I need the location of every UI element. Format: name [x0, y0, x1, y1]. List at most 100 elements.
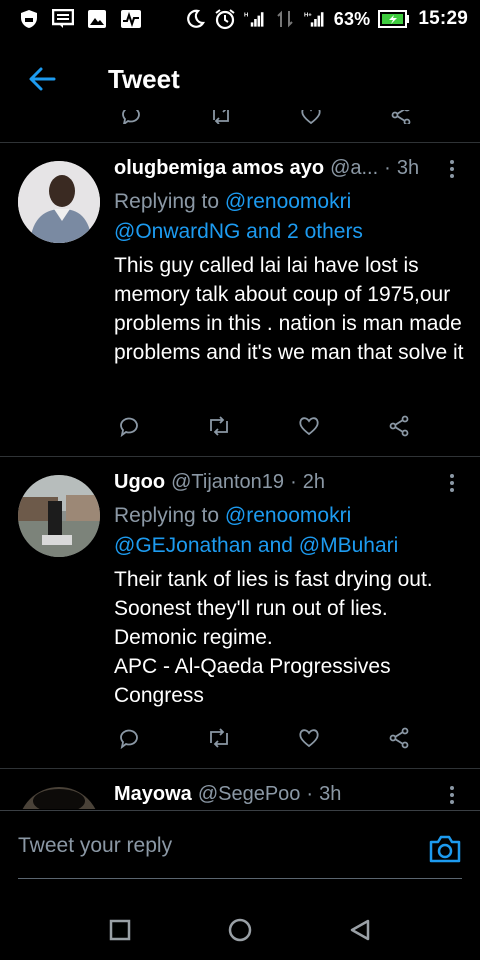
retweet-icon[interactable] [206, 110, 236, 124]
more-options-button[interactable] [440, 785, 464, 809]
tweet-content: Ugoo @Tijanton19 · 2h Replying to @renoo… [114, 471, 464, 710]
more-options-button[interactable] [440, 473, 464, 497]
retweet-icon [210, 728, 228, 748]
tweet-header: Mayowa @SegePoo · 3h [114, 783, 464, 809]
triangle-back-icon [350, 919, 370, 941]
tweet-header: olugbemiga amos ayo @a... · 3h [114, 157, 464, 185]
mention-link[interactable]: @renoomokri [225, 504, 351, 527]
author-name[interactable]: Mayowa [114, 783, 192, 806]
svg-text:H: H [244, 12, 248, 18]
tweet-reply[interactable]: Ugoo @Tijanton19 · 2h Replying to @renoo… [0, 457, 480, 767]
heart-icon [299, 729, 319, 748]
more-vertical-icon [450, 160, 454, 178]
header: Tweet [0, 46, 480, 112]
reply-button[interactable] [114, 723, 144, 753]
mention-link[interactable]: @renoomokri [225, 190, 351, 213]
tweet-actions [114, 723, 414, 753]
tweet-actions [114, 411, 414, 441]
recent-apps-button[interactable] [100, 910, 140, 950]
tweet-text-line: Congress [114, 684, 204, 707]
input-underline [18, 878, 462, 879]
tweet-text-line: Soonest they'll run out of lies. [114, 597, 388, 620]
image-icon [86, 9, 108, 29]
clock: 15:29 [418, 8, 468, 29]
reply-button[interactable] [114, 411, 144, 441]
like-icon[interactable] [296, 110, 326, 124]
tweet-header: Ugoo @Tijanton19 · 2h [114, 471, 464, 499]
reply-icon [120, 417, 138, 438]
separator-dot: · [306, 783, 314, 805]
tweet-time: 2h [302, 471, 325, 493]
tweet-content: olugbemiga amos ayo @a... · 3h Replying … [114, 157, 464, 367]
mention-link[interactable]: @GEJonathan and @MBuhari [114, 534, 398, 557]
message-icon [52, 9, 74, 29]
separator-dot: · [290, 471, 297, 493]
like-button[interactable] [294, 723, 324, 753]
reply-icon[interactable] [116, 110, 146, 124]
author-handle[interactable]: @Tijanton19 [171, 471, 284, 494]
moon-icon [184, 9, 206, 29]
svg-text:H+: H+ [304, 12, 312, 18]
separator-dot: · [384, 157, 391, 179]
tweet-text-line: Demonic regime. [114, 626, 273, 649]
signal-icon-secondary: H+ [304, 9, 326, 29]
avatar[interactable] [18, 787, 100, 809]
share-button[interactable] [384, 411, 414, 441]
divider [0, 810, 480, 811]
tweet-time: 3h [319, 783, 342, 805]
back-nav-button[interactable] [340, 910, 380, 950]
author-name[interactable]: olugbemiga amos ayo [114, 157, 324, 180]
camera-button[interactable] [428, 832, 462, 866]
share-icon [389, 727, 409, 749]
mention-link[interactable]: @OnwardNG and 2 others [114, 220, 363, 243]
circle-icon [228, 918, 252, 942]
reply-input[interactable] [18, 834, 398, 858]
more-vertical-icon [450, 786, 454, 804]
reply-icon [120, 729, 138, 750]
back-button[interactable] [12, 49, 72, 109]
previous-tweet-actions [0, 110, 480, 124]
arrow-left-icon [29, 67, 56, 91]
tweet-text: This guy called lai lai have lost is mem… [114, 254, 464, 364]
retweet-button[interactable] [204, 411, 234, 441]
tweet-reply[interactable]: Mayowa @SegePoo · 3h [0, 769, 480, 809]
tweet-text-line: APC - Al-Qaeda Progressives [114, 655, 391, 678]
tweet-time: 3h [396, 157, 420, 179]
tweet-content: Mayowa @SegePoo · 3h [114, 783, 464, 809]
system-nav-bar [0, 890, 480, 960]
replying-to: Replying to @renoomokri @OnwardNG and 2 … [114, 187, 464, 247]
camera-icon [429, 835, 461, 863]
tweet-text: Their tank of lies is fast drying out. S… [114, 565, 464, 710]
reply-composer [0, 812, 480, 882]
shield-icon [18, 9, 40, 29]
data-transfer-icon [274, 9, 296, 29]
more-vertical-icon [450, 474, 454, 492]
author-handle[interactable]: @SegePoo [198, 783, 301, 806]
replying-to-label: Replying to [114, 190, 220, 213]
alarm-icon [214, 9, 236, 30]
battery-percent: 63% [333, 8, 371, 29]
avatar[interactable] [18, 475, 100, 557]
status-bar: H H+ 63% 15:29 [0, 0, 480, 38]
share-button[interactable] [384, 723, 414, 753]
tweet-text-line: Their tank of lies is fast drying out. [114, 568, 433, 591]
like-button[interactable] [294, 411, 324, 441]
author-name[interactable]: Ugoo [114, 471, 165, 494]
signal-icon: H [244, 9, 266, 29]
retweet-button[interactable] [204, 723, 234, 753]
page-title: Tweet [108, 63, 180, 94]
retweet-icon [210, 416, 228, 436]
heart-icon [299, 417, 319, 436]
activity-icon [120, 9, 142, 29]
avatar[interactable] [18, 161, 100, 243]
home-button[interactable] [220, 910, 260, 950]
share-icon[interactable] [386, 110, 416, 124]
square-icon [109, 919, 131, 941]
battery-charging-icon [378, 9, 410, 29]
replying-to-label: Replying to [114, 504, 220, 527]
replying-to: Replying to @renoomokri @GEJonathan and … [114, 501, 464, 561]
share-icon [389, 415, 409, 437]
tweet-reply[interactable]: olugbemiga amos ayo @a... · 3h Replying … [0, 143, 480, 455]
more-options-button[interactable] [440, 159, 464, 183]
author-handle[interactable]: @a... [330, 157, 378, 180]
